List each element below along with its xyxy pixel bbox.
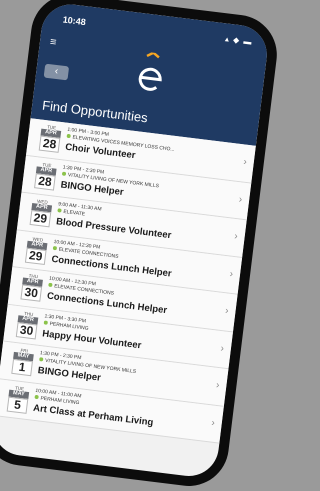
org-dot-icon: [39, 357, 44, 362]
date-badge: THU APR 30: [20, 273, 43, 302]
chevron-right-icon: ›: [242, 156, 248, 168]
status-icons: ▴ ◆ ▬: [224, 34, 254, 47]
chevron-right-icon: ›: [233, 230, 239, 243]
menu-icon[interactable]: ≡: [49, 36, 57, 49]
org-dot-icon: [61, 170, 67, 176]
date-day: 28: [34, 172, 56, 191]
date-badge: WED APR 29: [24, 235, 48, 265]
org-dot-icon: [43, 319, 49, 325]
opportunity-list: TUE APR 28 1:00 PM - 3:00 PM ELEVATING V…: [0, 118, 256, 479]
back-button[interactable]: ‹: [43, 63, 70, 81]
app-screen: 10:48 ▴ ◆ ▬ ≡ ‹ Find Opportunities TUE A…: [0, 1, 271, 480]
date-day: 5: [6, 396, 29, 414]
chevron-right-icon: ›: [229, 268, 234, 280]
date-day: 29: [29, 209, 52, 228]
date-badge: THU APR 30: [15, 310, 39, 339]
date-badge: FRI MAY 1: [11, 347, 34, 377]
date-day: 1: [11, 358, 33, 377]
chevron-right-icon: ›: [215, 379, 221, 392]
org-dot-icon: [52, 245, 58, 250]
brand-logo-icon: [138, 51, 162, 91]
date-day: 30: [15, 321, 38, 339]
chevron-right-icon: ›: [219, 342, 225, 354]
chevron-right-icon: ›: [210, 417, 216, 429]
date-day: 28: [38, 135, 61, 153]
date-badge: TUE APR 28: [38, 124, 62, 153]
org-dot-icon: [57, 208, 62, 213]
date-day: 30: [20, 284, 43, 302]
org-dot-icon: [48, 282, 53, 288]
chevron-right-icon: ›: [224, 305, 230, 317]
status-time: 10:48: [62, 14, 87, 28]
date-day: 29: [24, 247, 47, 265]
date-badge: WED APR 29: [29, 198, 53, 228]
chevron-right-icon: ›: [238, 193, 243, 206]
date-badge: TUE APR 28: [34, 161, 57, 191]
org-dot-icon: [34, 394, 39, 399]
date-badge: TUE MAY 5: [6, 384, 30, 414]
org-dot-icon: [66, 133, 71, 139]
phone-frame: 10:48 ▴ ◆ ▬ ≡ ‹ Find Opportunities TUE A…: [0, 0, 282, 491]
